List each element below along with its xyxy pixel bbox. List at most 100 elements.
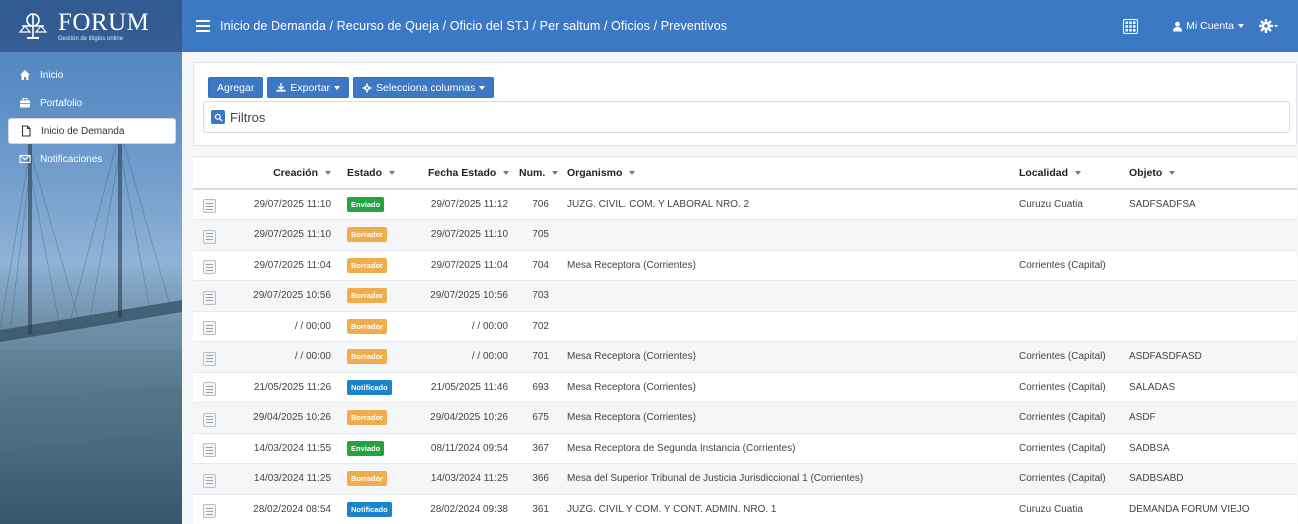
cell-fecha-estado: 21/05/2025 11:46 [430,381,508,393]
cell-fecha-estado: 29/07/2025 11:12 [430,199,508,210]
add-button[interactable]: Agregar [208,77,264,98]
column-header-actions [193,157,227,190]
table-row[interactable]: / / 00:00 Borrador / / 00:00 702 [193,311,1297,342]
breadcrumb: Inicio de Demanda / Recurso de Queja / O… [220,19,728,33]
table-row[interactable]: 29/07/2025 11:10 Borrador 29/07/2025 11:10… [193,219,1297,251]
column-header-fecha-estado[interactable]: Fecha Estado [405,157,519,190]
cell-organismo: Mesa Receptora de Segunda Instancia (Cor… [563,433,1015,464]
column-header-estado[interactable]: Estado [339,157,405,190]
row-menu-icon[interactable] [203,290,216,305]
sort-caret-icon [1075,170,1082,175]
brand-name: FORUM [58,8,150,36]
cell-organismo: JUZG. CIVIL Y COM. Y CONT. ADMIN. NRO. 1 [563,494,1015,524]
column-header-objeto[interactable]: Objeto [1125,157,1297,190]
home-icon [18,68,32,82]
table-row[interactable]: 28/02/2024 08:54 Notificado 28/02/2024 09:… [193,494,1297,524]
sidebar-item-inicio[interactable]: Inicio [8,62,176,88]
table-row[interactable]: 14/03/2024 11:55 Enviado 08/11/2024 09:54 3… [193,433,1297,464]
cell-fecha-estado: 29/07/2025 11:04 [430,259,508,271]
table-row[interactable]: 29/07/2025 10:56 Borrador 29/07/2025 10:56… [193,280,1297,312]
sort-caret-icon [503,170,510,175]
status-badge: Borrador [347,227,388,243]
cell-organismo: Mesa Receptora (Corrientes) [563,250,1015,281]
cell-localidad: Corrientes (Capital) [1015,402,1125,434]
cell-organismo: Mesa Receptora (Corrientes) [563,402,1015,434]
row-menu-icon[interactable] [203,412,216,427]
gear-icon[interactable] [1258,18,1278,34]
table-row[interactable]: 29/07/2025 11:10 Enviado 29/07/2025 11:12 7… [193,189,1297,220]
row-menu-icon[interactable] [203,382,216,396]
cell-fecha-estado: / / 00:00 [471,320,508,332]
column-header-organismo[interactable]: Organismo [563,157,1015,190]
cell-creacion: 14/03/2024 11:55 [227,433,339,464]
cell-fecha-estado: 29/04/2025 10:26 [430,412,508,424]
export-button-label: Exportar [290,81,331,94]
table-row[interactable]: 21/05/2025 11:26 Notificado 21/05/2025 11:… [193,372,1297,403]
cell-localidad: Corrientes (Capital) [1015,372,1125,403]
demands-table: Creación Estado Fecha Estado Num. Organi… [193,156,1297,524]
table-row[interactable]: 14/03/2024 11:25 Borrador 14/03/2024 11:25… [193,463,1297,495]
cell-localidad: Corrientes (Capital) [1015,341,1125,373]
sidebar-item-inicio-de-demanda[interactable]: Inicio de Demanda [8,118,176,144]
cell-creacion: 29/04/2025 10:26 [227,402,339,434]
table-row[interactable]: 29/04/2025 10:26 Borrador 29/04/2025 10:26… [193,402,1297,434]
row-menu-icon[interactable] [203,199,216,214]
filters-panel-toggle[interactable]: Filtros [203,101,1290,133]
cell-num: 701 [519,341,563,373]
column-header-localidad[interactable]: Localidad [1015,157,1125,190]
apps-grid-icon[interactable] [1123,18,1139,34]
row-menu-icon[interactable] [203,260,216,274]
cell-localidad: Corrientes (Capital) [1015,433,1125,464]
cell-objeto [1125,280,1297,312]
cell-organismo [563,280,1015,312]
cell-fecha-estado: 28/02/2024 09:38 [430,503,508,515]
row-menu-icon[interactable] [203,321,216,335]
brand[interactable]: FORUM Gestión de litigios online [0,0,182,52]
cell-fecha-estado: 08/11/2024 09:54 [430,442,508,454]
sidebar-item-notificaciones[interactable]: Notificaciones [8,146,176,172]
cell-objeto: SADBSABD [1125,463,1297,495]
account-menu[interactable]: Mi Cuenta [1172,20,1244,32]
select-columns-button[interactable]: Selecciona columnas [353,77,495,98]
file-icon [19,124,33,138]
toolbar-card: Agregar Exportar Selecciona columnas Fil… [193,62,1297,146]
sidebar-item-label: Inicio [40,69,64,81]
cell-objeto [1125,250,1297,281]
cell-objeto [1125,219,1297,251]
menu-toggle-icon[interactable] [196,20,210,32]
cell-localidad [1015,311,1125,342]
cell-num: 361 [519,494,563,524]
row-menu-icon[interactable] [203,351,216,366]
table-body: 29/07/2025 11:10 Enviado 29/07/2025 11:12 7… [193,189,1297,524]
briefcase-icon [18,96,32,110]
table-row[interactable]: / / 00:00 Borrador / / 00:00 701 Mesa Recept… [193,341,1297,373]
cell-objeto: SALADAS [1125,372,1297,403]
column-header-creacion[interactable]: Creación [227,157,339,190]
forum-logo-icon [18,13,48,39]
cell-organismo: Mesa Receptora (Corrientes) [563,341,1015,373]
status-badge: Enviado [347,440,385,456]
sort-caret-icon [389,170,396,175]
sidebar-nav: Inicio Portafolio Inicio de Demanda Noti… [0,52,182,172]
row-menu-icon[interactable] [203,504,216,518]
cell-creacion: / / 00:00 [227,341,339,373]
user-icon [1173,21,1183,31]
row-menu-icon[interactable] [203,473,216,488]
cell-num: 704 [519,250,563,281]
select-columns-label: Selecciona columnas [376,81,476,94]
chevron-down-icon [479,85,486,90]
top-bar: Inicio de Demanda / Recurso de Queja / O… [182,0,1298,52]
row-menu-icon[interactable] [203,229,216,244]
cell-objeto [1125,311,1297,342]
row-menu-icon[interactable] [203,443,216,457]
export-button[interactable]: Exportar [267,77,350,98]
filters-label: Filtros [230,109,266,125]
sidebar-item-portafolio[interactable]: Portafolio [8,90,176,116]
add-button-label: Agregar [217,81,255,94]
account-label: Mi Cuenta [1186,20,1234,32]
cell-organismo: Mesa del Superior Tribunal de Justicia J… [563,463,1015,495]
cell-objeto: ASDF [1125,402,1297,434]
table-row[interactable]: 29/07/2025 11:04 Borrador 29/07/2025 11:04… [193,250,1297,281]
cell-organismo [563,311,1015,342]
column-header-num[interactable]: Num. [519,157,563,190]
